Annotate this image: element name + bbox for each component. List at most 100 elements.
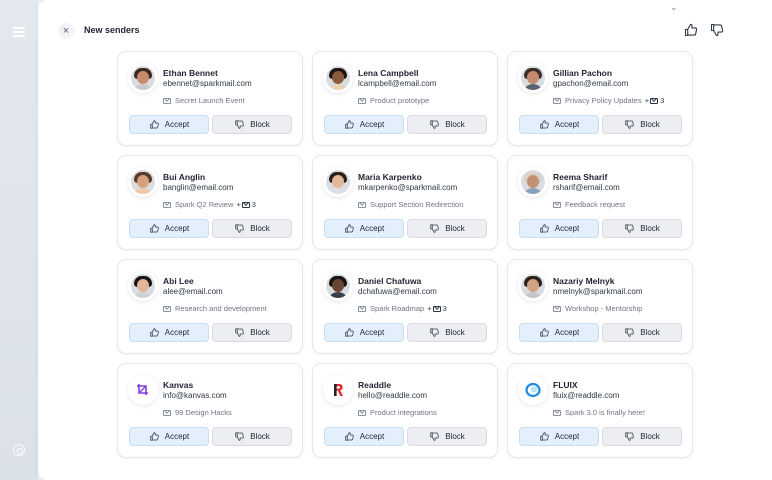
accept-button[interactable]: Accept xyxy=(324,219,404,238)
thumbs-down-icon xyxy=(625,120,634,129)
mail-icon xyxy=(553,201,561,208)
sender-name: FLUIX xyxy=(553,380,578,390)
fluix-logo-icon xyxy=(525,382,541,398)
sender-name: Readdle xyxy=(358,380,392,390)
accept-button[interactable]: Accept xyxy=(324,115,404,134)
email-subject: Spark Roadmap +3 xyxy=(358,304,447,313)
sender-card: Daniel Chafuwa dchafuwa@email.com Spark … xyxy=(312,259,498,354)
accept-button[interactable]: Accept xyxy=(519,323,599,342)
sender-name: Gillian Pachon xyxy=(553,68,613,78)
block-button[interactable]: Block xyxy=(212,427,292,446)
panel-header: × New senders xyxy=(38,18,772,44)
settings-icon[interactable] xyxy=(13,444,25,456)
kanvas-logo-icon xyxy=(137,384,148,395)
mail-icon xyxy=(358,409,366,416)
block-button[interactable]: Block xyxy=(407,219,487,238)
menu-icon[interactable] xyxy=(11,25,27,39)
email-subject: Product prototype xyxy=(358,96,429,105)
mail-icon xyxy=(553,409,561,416)
sender-email: alee@email.com xyxy=(163,287,223,296)
mail-icon xyxy=(163,97,171,104)
sender-email: rsharif@email.com xyxy=(553,183,620,192)
block-button[interactable]: Block xyxy=(407,115,487,134)
more-emails-badge: +3 xyxy=(236,200,256,209)
block-all-button[interactable] xyxy=(709,22,727,40)
sender-email: banglin@email.com xyxy=(163,183,234,192)
sender-logo xyxy=(521,378,545,402)
more-emails-badge: +3 xyxy=(427,304,447,313)
sender-card: Abi Lee alee@email.com Research and deve… xyxy=(117,259,303,354)
sender-card: Nazariy Melnyk nmelnyk@sparkmail.com Wor… xyxy=(507,259,693,354)
thumbs-up-icon xyxy=(345,224,354,233)
sender-card: Ethan Bennet ebennet@sparkmail.com Secre… xyxy=(117,51,303,146)
mail-icon xyxy=(553,97,561,104)
accept-button[interactable]: Accept xyxy=(129,323,209,342)
accept-button[interactable]: Accept xyxy=(324,427,404,446)
thumbs-down-icon xyxy=(235,328,244,337)
block-button[interactable]: Block xyxy=(212,115,292,134)
accept-button[interactable]: Accept xyxy=(129,115,209,134)
email-subject: Secret Launch Event xyxy=(163,96,245,105)
avatar xyxy=(131,274,155,298)
mail-icon xyxy=(163,409,171,416)
mail-icon xyxy=(163,201,171,208)
sender-card: Readdle hello@readdle.com Product integr… xyxy=(312,363,498,458)
sender-email: gpachon@email.com xyxy=(553,79,629,88)
block-button[interactable]: Block xyxy=(602,427,682,446)
thumbs-up-icon xyxy=(540,120,549,129)
accept-button[interactable]: Accept xyxy=(519,219,599,238)
sender-name: Maria Karpenko xyxy=(358,172,422,182)
block-button[interactable]: Block xyxy=(407,323,487,342)
sidebar xyxy=(0,0,38,480)
accept-all-button[interactable] xyxy=(683,22,701,40)
thumbs-up-icon xyxy=(684,23,698,37)
avatar xyxy=(131,66,155,90)
page-title: New senders xyxy=(84,25,140,35)
thumbs-down-icon xyxy=(235,120,244,129)
accept-button[interactable]: Accept xyxy=(129,427,209,446)
sender-email: lcampbell@email.com xyxy=(358,79,437,88)
thumbs-up-icon xyxy=(345,432,354,441)
thumbs-down-icon xyxy=(625,224,634,233)
mail-icon xyxy=(358,97,366,104)
email-subject: 99 Design Hacks xyxy=(163,408,232,417)
email-subject: Feedback request xyxy=(553,200,625,209)
email-subject: Support Section Redirection xyxy=(358,200,463,209)
email-subject: Research and development xyxy=(163,304,267,313)
thumbs-down-icon xyxy=(430,120,439,129)
block-button[interactable]: Block xyxy=(212,219,292,238)
sender-name: Reema Sharif xyxy=(553,172,608,182)
block-button[interactable]: Block xyxy=(212,323,292,342)
sender-card: FLUIX fluix@readdle.com Spark 3.0 is fin… xyxy=(507,363,693,458)
avatar xyxy=(326,170,350,194)
mail-icon xyxy=(432,305,441,312)
thumbs-up-icon xyxy=(150,328,159,337)
accept-button[interactable]: Accept xyxy=(129,219,209,238)
thumbs-up-icon xyxy=(345,120,354,129)
block-button[interactable]: Block xyxy=(407,427,487,446)
avatar xyxy=(326,66,350,90)
chevron-down-icon[interactable]: ⌄ xyxy=(670,2,678,13)
close-button[interactable]: × xyxy=(58,23,74,39)
accept-button[interactable]: Accept xyxy=(519,115,599,134)
mail-icon xyxy=(553,305,561,312)
thumbs-down-icon xyxy=(235,432,244,441)
block-button[interactable]: Block xyxy=(602,219,682,238)
mail-icon xyxy=(358,201,366,208)
thumbs-up-icon xyxy=(150,432,159,441)
mail-icon xyxy=(358,305,366,312)
avatar xyxy=(521,274,545,298)
sender-card: Bui Anglin banglin@email.com Spark Q2 Re… xyxy=(117,155,303,250)
accept-button[interactable]: Accept xyxy=(324,323,404,342)
mail-icon xyxy=(650,97,659,104)
email-subject: Spark 3.0 is finally here! xyxy=(553,408,645,417)
thumbs-up-icon xyxy=(345,328,354,337)
mail-icon xyxy=(241,201,250,208)
accept-button[interactable]: Accept xyxy=(519,427,599,446)
sender-card: Reema Sharif rsharif@email.com Feedback … xyxy=(507,155,693,250)
sender-name: Ethan Bennet xyxy=(163,68,218,78)
email-subject: Privacy Policy Updates +3 xyxy=(553,96,664,105)
block-button[interactable]: Block xyxy=(602,115,682,134)
sender-email: nmelnyk@sparkmail.com xyxy=(553,287,643,296)
block-button[interactable]: Block xyxy=(602,323,682,342)
